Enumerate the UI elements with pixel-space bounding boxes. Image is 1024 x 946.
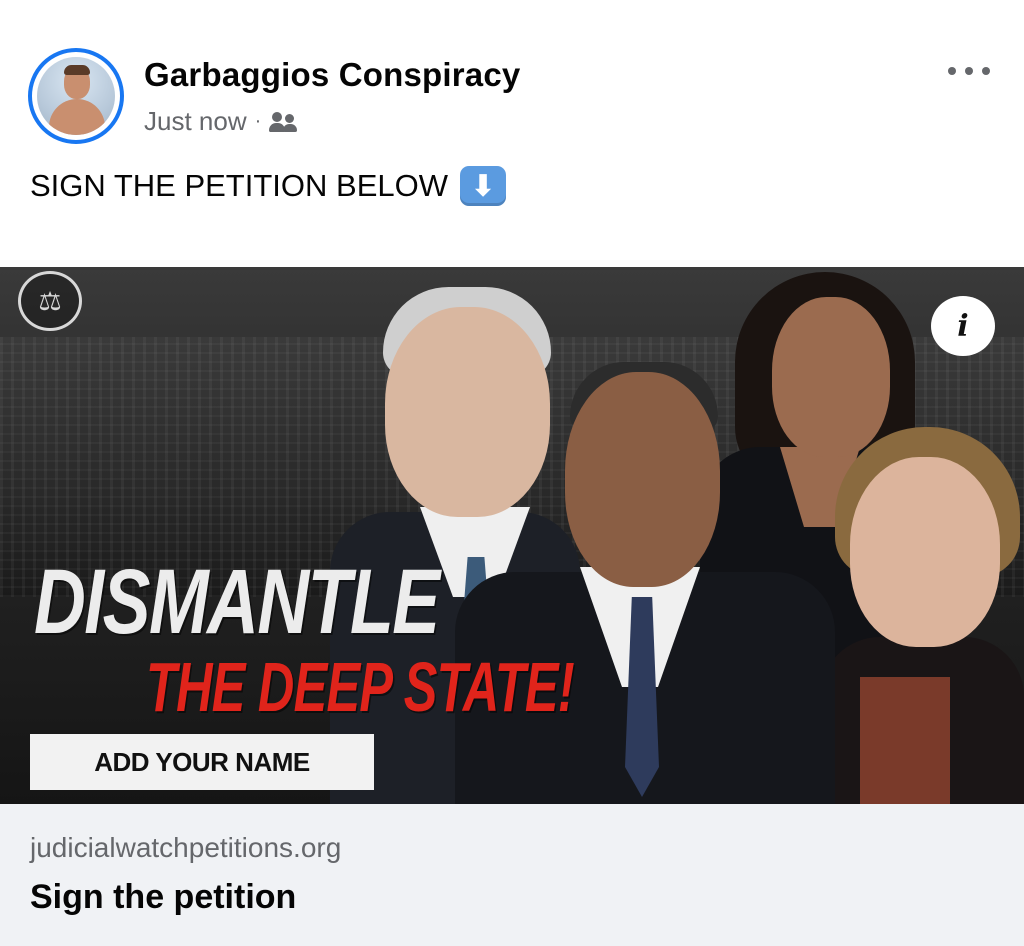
friends-icon[interactable] <box>269 110 299 134</box>
post-text-content: SIGN THE PETITION BELOW <box>30 168 448 203</box>
avatar[interactable] <box>37 57 115 135</box>
link-domain[interactable]: judicialwatchpetitions.org <box>30 832 341 864</box>
post-meta: Just now · <box>144 106 299 137</box>
avatar-hair <box>64 65 90 75</box>
author-name[interactable]: Garbaggios Conspiracy <box>144 56 520 94</box>
ad-headline-secondary: THE DEEP STATE! <box>146 648 575 726</box>
post-text: SIGN THE PETITION BELOW ⬇ <box>30 166 506 206</box>
link-preview[interactable] <box>0 804 1024 946</box>
more-options-icon[interactable] <box>944 56 994 86</box>
post-header: Garbaggios Conspiracy Just now · <box>0 0 1024 150</box>
down-arrow-icon: ⬇ <box>460 166 506 206</box>
add-your-name-button[interactable]: ADD YOUR NAME <box>30 734 374 790</box>
meta-separator: · <box>254 110 262 132</box>
link-title[interactable]: Sign the petition <box>30 878 296 917</box>
seal-icon: ⚖ <box>18 271 82 331</box>
ad-image[interactable]: ⚖ i DISMANTLE THE DEEP STATE! ADD YOUR N… <box>0 267 1024 804</box>
avatar-body <box>49 99 105 135</box>
avatar-story-ring[interactable] <box>28 48 124 144</box>
timestamp[interactable]: Just now <box>144 106 247 137</box>
ad-headline-primary: DISMANTLE <box>34 551 440 653</box>
info-icon[interactable]: i <box>931 296 995 356</box>
